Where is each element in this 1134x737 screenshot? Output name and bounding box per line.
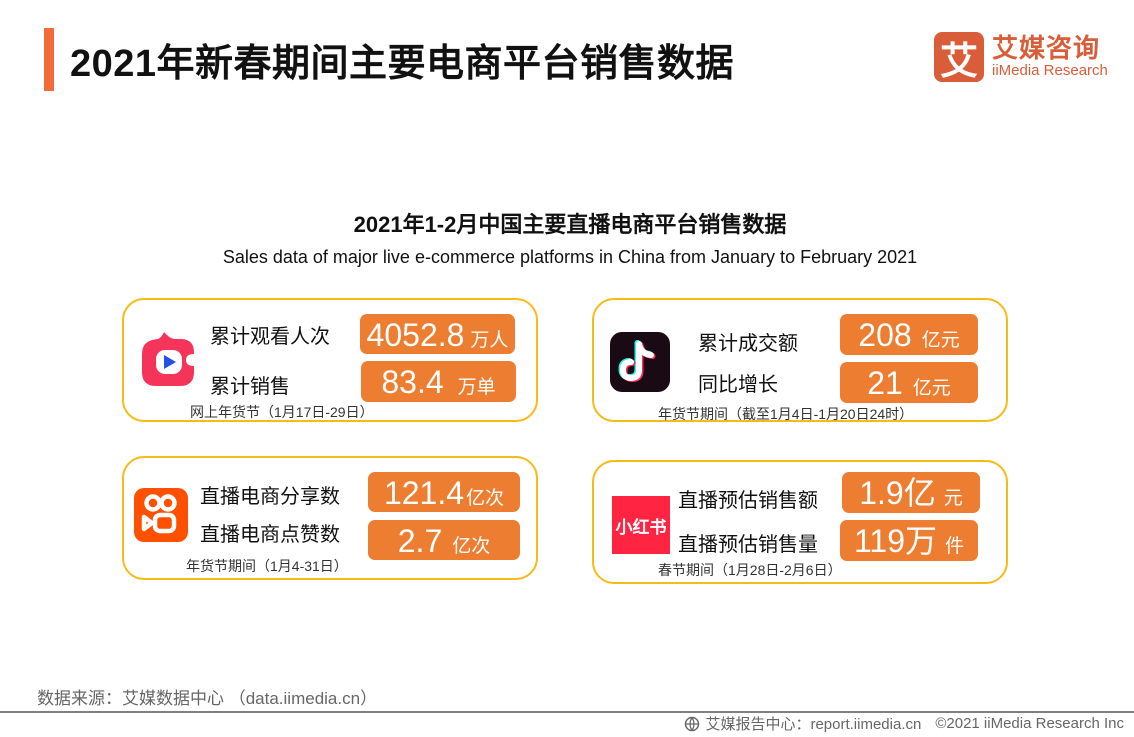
metric-unit: 元 (943, 488, 963, 509)
iimedia-logo: 艾 艾媒咨询 iiMedia Research (934, 32, 1108, 83)
metric-label: 累计成交额 (698, 333, 798, 355)
metric-unit: 万人 (470, 330, 509, 351)
metric-value: 21 (867, 365, 903, 401)
period-note: 年货节期间（截至1月4日-1月20日24时） (658, 406, 914, 422)
footer: 艾媒报告中心：report.iimedia.cn ©2021 iiMedia R… (684, 713, 1124, 734)
metric-unit: 亿元 (912, 378, 951, 399)
copyright: ©2021 iiMedia Research Inc (935, 715, 1124, 732)
logo-name-cn: 艾媒咨询 (992, 33, 1101, 63)
metric-value: 208 (858, 317, 912, 353)
metric-value-box: 83.4 万单 (361, 361, 516, 402)
period-note: 网上年货节（1月17日-29日） (190, 404, 374, 420)
title-accent-bar (44, 28, 54, 91)
metric-value: 121.4 (383, 475, 465, 511)
xiaohongshu-icon-text: 小红书 (615, 517, 667, 537)
metric-unit: 万单 (457, 377, 496, 398)
platform-card-douyin: 累计成交额 同比增长 208 亿元 21 亿元 年货节期间（截至1月4日-1月2… (592, 298, 1008, 422)
metric-unit: 亿次 (466, 488, 505, 509)
metric-unit: 亿次 (452, 536, 491, 557)
period-note: 年货节期间（1月4-31日） (186, 558, 348, 574)
metric-label: 直播电商点赞数 (200, 524, 340, 546)
metric-label: 直播预估销售额 (678, 490, 818, 512)
metric-label: 同比增长 (698, 374, 778, 396)
kuaishou-icon (134, 488, 188, 542)
chart-title: 2021年1-2月中国主要直播电商平台销售数据 (353, 212, 787, 237)
metric-value: 1.9亿 (859, 475, 936, 511)
globe-icon (684, 716, 700, 732)
data-source: 数据来源：艾媒数据中心 （data.iimedia.cn） (37, 689, 378, 708)
metric-value-box: 4052.8 万人 (360, 314, 515, 354)
report-center-link[interactable]: 艾媒报告中心：report.iimedia.cn (705, 713, 921, 734)
metric-label: 累计观看人次 (210, 326, 330, 348)
metric-value-box: 2.7 亿次 (368, 520, 520, 560)
platform-card-xiaohongshu: 小红书 直播预估销售额 直播预估销售量 1.9亿 元 119万 件 春节期间（1… (592, 460, 1008, 584)
metric-label: 累计销售 (210, 376, 290, 398)
chart-subtitle-en: Sales data of major live e-commerce plat… (222, 247, 918, 267)
metric-value-box: 21 亿元 (840, 362, 978, 403)
metric-value-box: 208 亿元 (840, 314, 978, 355)
iimedia-logo-icon: 艾 (934, 32, 984, 83)
logo-name-en: iiMedia Research (992, 62, 1108, 79)
douyin-icon (610, 332, 670, 392)
metric-value: 83.4 (381, 364, 444, 400)
metric-value-box: 1.9亿 元 (842, 472, 980, 513)
period-note: 春节期间（1月28日-2月6日） (658, 562, 842, 578)
platform-card-taobao: 累计观看人次 累计销售 4052.8 万人 83.4 万单 网上年货节（1月17… (122, 298, 538, 422)
page-title: 2021年新春期间主要电商平台销售数据 (70, 43, 735, 85)
metric-value: 4052.8 (366, 317, 465, 353)
metric-value-box: 119万 件 (840, 520, 978, 561)
metric-label: 直播预估销售量 (678, 534, 818, 556)
metric-unit: 件 (945, 536, 965, 557)
metric-value: 119万 (853, 523, 937, 559)
xiaohongshu-icon: 小红书 (612, 496, 670, 554)
metric-label: 直播电商分享数 (200, 486, 340, 508)
taobao-live-icon (136, 328, 200, 392)
metric-value: 2.7 (397, 523, 443, 559)
metric-unit: 亿元 (921, 330, 960, 351)
platform-card-kuaishou: 直播电商分享数 直播电商点赞数 121.4 亿次 2.7 亿次 年货节期间（1月… (122, 456, 538, 580)
metric-value-box: 121.4 亿次 (368, 472, 520, 512)
